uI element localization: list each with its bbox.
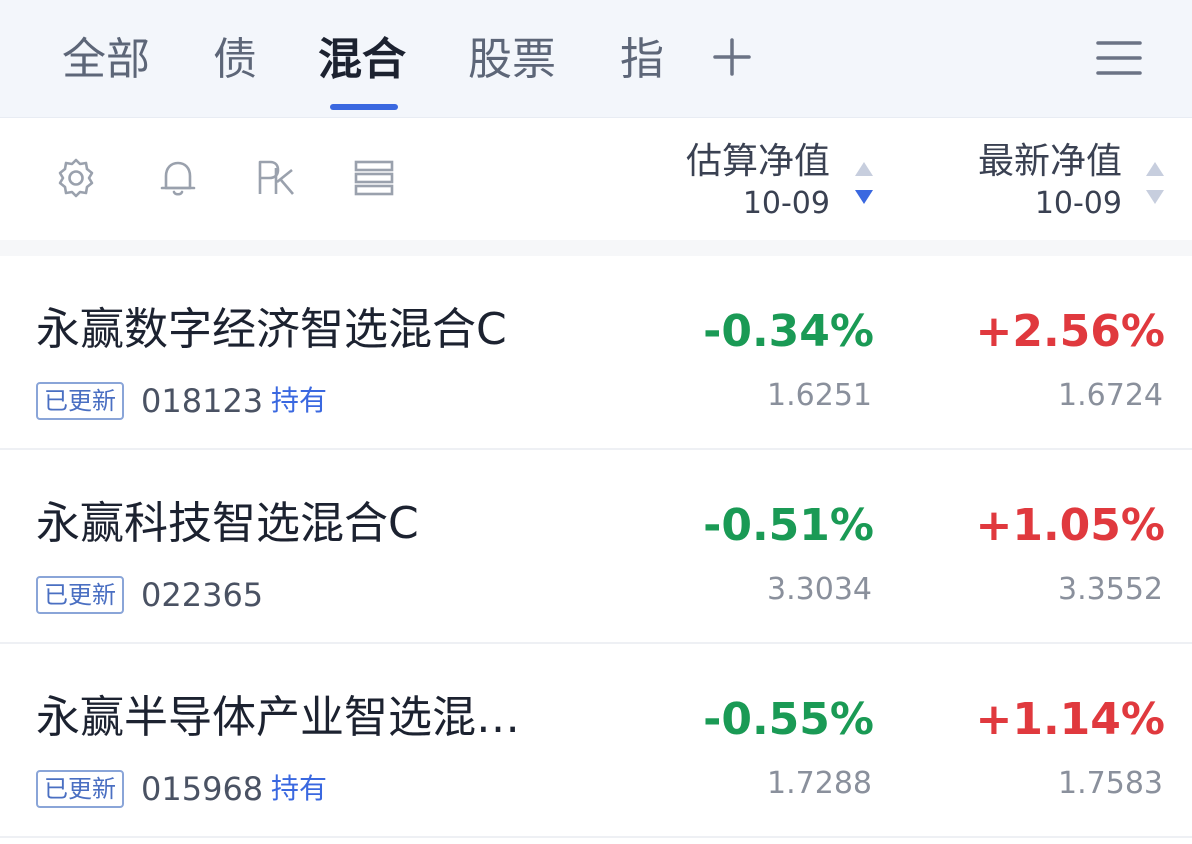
fund-row[interactable]: 永赢半导体产业智选混… 已更新 015968 持有 -0.55% 1.7288 …	[0, 644, 1192, 838]
holding-tag: 持有	[271, 772, 328, 805]
updated-badge: 已更新	[36, 576, 124, 614]
estimated-change: -0.55%	[703, 694, 874, 745]
tab-mixed[interactable]: 混合	[318, 30, 406, 90]
tab-stock[interactable]: 股票	[468, 30, 556, 90]
estimated-nav-value: 1.6251	[767, 378, 872, 413]
col-latest-date: 10-09	[1034, 186, 1122, 221]
latest-change: +1.05%	[975, 500, 1165, 551]
sort-estimated-icon[interactable]	[852, 160, 876, 208]
category-tab-bar: 全部 债 混合 股票 指	[0, 0, 1192, 118]
fund-name: 永赢数字经济智选混合C	[36, 304, 507, 355]
fund-code: 018123	[141, 382, 264, 420]
sort-latest-icon[interactable]	[1143, 160, 1167, 208]
tab-all[interactable]: 全部	[62, 30, 150, 90]
latest-change: +2.56%	[975, 306, 1165, 357]
add-icon[interactable]	[712, 37, 752, 77]
rk-icon[interactable]	[254, 156, 298, 200]
bell-icon[interactable]	[156, 156, 200, 200]
header-divider	[0, 240, 1192, 256]
tab-bond[interactable]: 债	[213, 30, 257, 90]
col-estimated-title: 估算净值	[685, 141, 830, 182]
updated-badge: 已更新	[36, 770, 124, 808]
col-latest-title: 最新净值	[977, 141, 1122, 182]
latest-nav-value: 1.6724	[1058, 378, 1163, 413]
estimated-nav-value: 1.7288	[767, 766, 872, 801]
fund-name: 永赢半导体产业智选混…	[36, 692, 520, 743]
latest-nav-value: 3.3552	[1058, 572, 1163, 607]
estimated-change: -0.51%	[703, 500, 874, 551]
list-icon[interactable]	[352, 156, 396, 200]
fund-row[interactable]: 永赢科技智选混合C 已更新 022365 -0.51% 3.3034 +1.05…	[0, 450, 1192, 644]
col-estimated-date: 10-09	[742, 186, 830, 221]
fund-row[interactable]: 永赢数字经济智选混合C 已更新 018123 持有 -0.34% 1.6251 …	[0, 256, 1192, 450]
menu-icon[interactable]	[1095, 38, 1143, 78]
active-tab-indicator	[330, 104, 398, 110]
latest-nav-value: 1.7583	[1058, 766, 1163, 801]
estimated-change: -0.34%	[703, 306, 874, 357]
holding-tag: 持有	[271, 384, 328, 417]
fund-name: 永赢科技智选混合C	[36, 498, 419, 549]
gear-icon[interactable]	[54, 156, 98, 200]
tab-index[interactable]: 指	[620, 30, 664, 90]
updated-badge: 已更新	[36, 382, 124, 420]
latest-change: +1.14%	[975, 694, 1165, 745]
estimated-nav-value: 3.3034	[767, 572, 872, 607]
col-estimated-nav[interactable]: 估算净值 10-09	[686, 140, 830, 224]
fund-code: 022365	[141, 576, 264, 614]
fund-code: 015968	[141, 770, 264, 808]
col-latest-nav[interactable]: 最新净值 10-09	[978, 140, 1122, 224]
